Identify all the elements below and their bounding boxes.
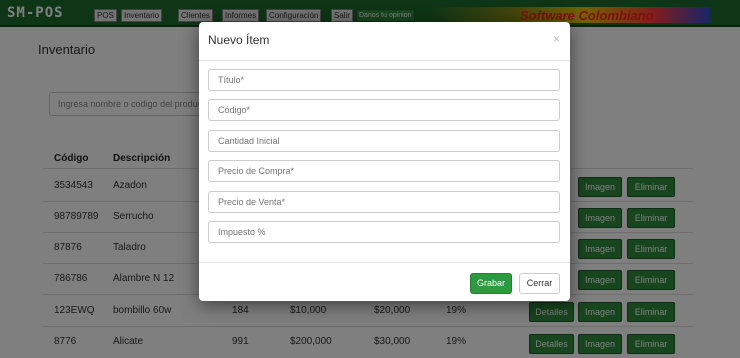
initial-quantity-field[interactable] xyxy=(208,130,560,152)
new-item-modal: Nuevo Ítem × Grabar Cerrar xyxy=(199,22,570,301)
code-field[interactable] xyxy=(208,99,560,121)
modal-footer-divider xyxy=(199,262,570,263)
modal-title: Nuevo Ítem xyxy=(208,33,270,47)
close-icon[interactable]: × xyxy=(553,32,560,46)
sale-price-field[interactable] xyxy=(208,191,560,213)
purchase-price-field[interactable] xyxy=(208,160,560,182)
modal-header: Nuevo Ítem × xyxy=(199,22,570,61)
tax-field[interactable] xyxy=(208,221,560,243)
cancel-button[interactable]: Cerrar xyxy=(519,273,560,294)
save-button[interactable]: Grabar xyxy=(470,273,512,294)
title-field[interactable] xyxy=(208,69,560,91)
